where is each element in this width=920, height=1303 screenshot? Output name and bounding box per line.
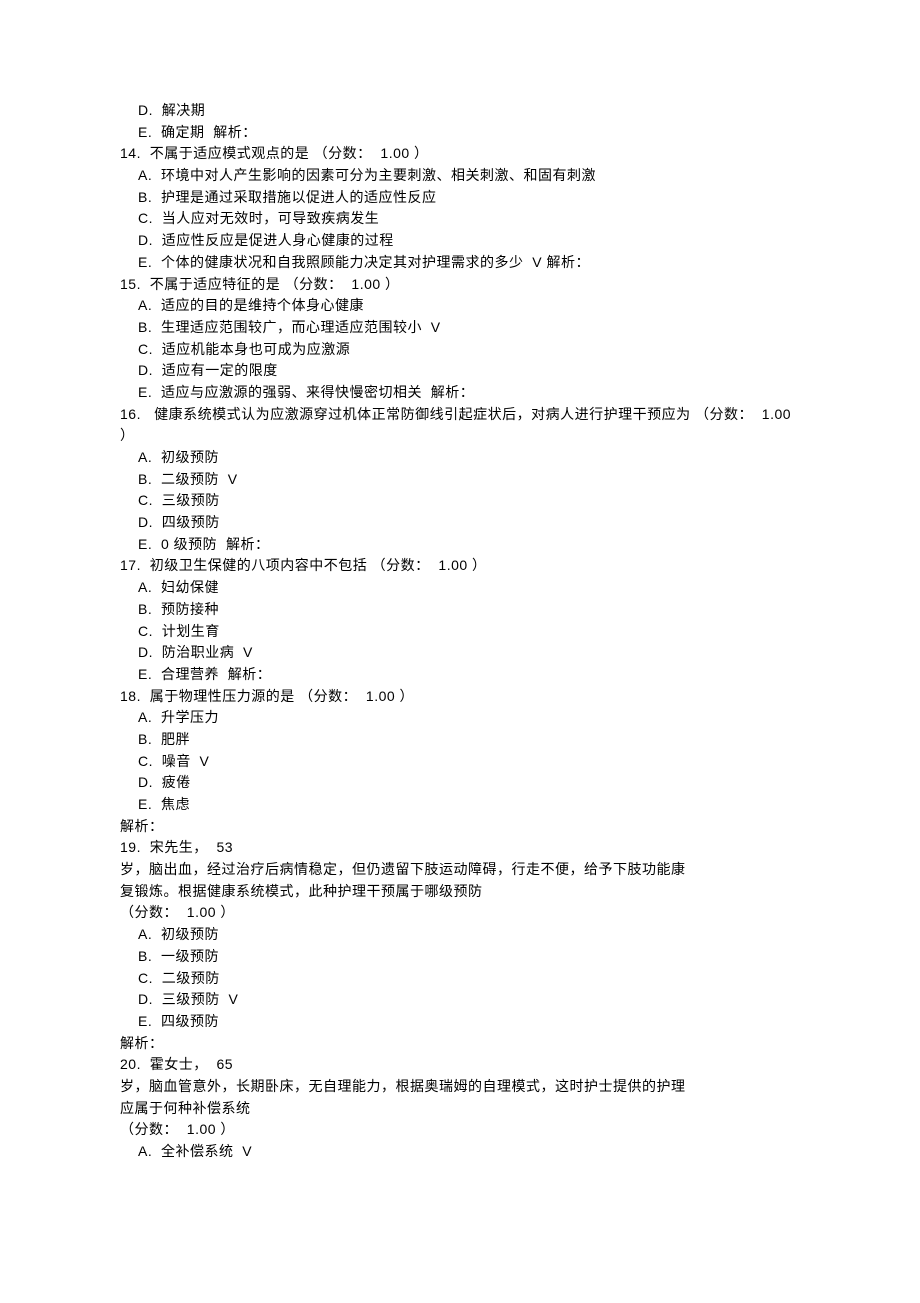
option-line: D. 解决期 [138, 100, 800, 122]
option-line: D. 三级预防 V [138, 989, 800, 1011]
question-line: 应属于何种补偿系统 [120, 1098, 800, 1120]
option-line: A. 全补偿系统 V [138, 1141, 800, 1163]
option-line: B. 肥胖 [138, 729, 800, 751]
option-line: D. 适应有一定的限度 [138, 360, 800, 382]
option-line: C. 噪音 V [138, 751, 800, 773]
question-line: 17. 初级卫生保健的八项内容中不包括 （分数： 1.00 ） [120, 555, 800, 577]
option-line: D. 适应性反应是促进人身心健康的过程 [138, 230, 800, 252]
option-line: C. 计划生育 [138, 621, 800, 643]
document-body: D. 解决期E. 确定期 解析：14. 不属于适应模式观点的是 （分数： 1.0… [120, 100, 800, 1163]
option-line: A. 妇幼保健 [138, 577, 800, 599]
option-line: B. 二级预防 V [138, 469, 800, 491]
option-line: E. 0 级预防 解析： [138, 534, 800, 556]
question-line: （分数： 1.00 ） [120, 1119, 800, 1141]
question-line: （分数： 1.00 ） [120, 902, 800, 924]
option-line: A. 初级预防 [138, 447, 800, 469]
option-line: B. 一级预防 [138, 946, 800, 968]
option-line: A. 初级预防 [138, 924, 800, 946]
question-line: 20. 霍女士， 65 [120, 1054, 800, 1076]
option-line: C. 当人应对无效时，可导致疾病发生 [138, 208, 800, 230]
question-line: 16. 健康系统模式认为应激源穿过机体正常防御线引起症状后，对病人进行护理干预应… [120, 404, 800, 426]
option-line: B. 预防接种 [138, 599, 800, 621]
question-line: 15. 不属于适应特征的是 （分数： 1.00 ） [120, 274, 800, 296]
option-line: A. 环境中对人产生影响的因素可分为主要刺激、相关刺激、和固有刺激 [138, 165, 800, 187]
question-line: 复锻炼。根据健康系统模式，此种护理干预属于哪级预防 [120, 881, 800, 903]
question-line: 18. 属于物理性压力源的是 （分数： 1.00 ） [120, 686, 800, 708]
question-line: 解析： [120, 816, 800, 838]
option-line: A. 升学压力 [138, 707, 800, 729]
option-line: C. 三级预防 [138, 490, 800, 512]
option-line: D. 四级预防 [138, 512, 800, 534]
option-line: A. 适应的目的是维持个体身心健康 [138, 295, 800, 317]
question-line: 解析： [120, 1033, 800, 1055]
question-line: 岁，脑血管意外，长期卧床，无自理能力，根据奥瑞姆的自理模式，这时护士提供的护理 [120, 1076, 800, 1098]
option-line: D. 防治职业病 V [138, 642, 800, 664]
option-line: B. 护理是通过采取措施以促进人的适应性反应 [138, 187, 800, 209]
option-line: C. 二级预防 [138, 968, 800, 990]
option-line: D. 疲倦 [138, 772, 800, 794]
question-line: 19. 宋先生， 53 [120, 837, 800, 859]
option-line: E. 确定期 解析： [138, 122, 800, 144]
option-line: E. 四级预防 [138, 1011, 800, 1033]
option-line: E. 焦虑 [138, 794, 800, 816]
question-line: 14. 不属于适应模式观点的是 （分数： 1.00 ） [120, 143, 800, 165]
option-line: B. 生理适应范围较广，而心理适应范围较小 V [138, 317, 800, 339]
option-line: E. 个体的健康状况和自我照顾能力决定其对护理需求的多少 V 解析： [138, 252, 800, 274]
option-line: E. 合理营养 解析： [138, 664, 800, 686]
option-line: C. 适应机能本身也可成为应激源 [138, 339, 800, 361]
option-line: E. 适应与应激源的强弱、来得快慢密切相关 解析： [138, 382, 800, 404]
question-line: 岁，脑出血，经过治疗后病情稳定，但仍遗留下肢运动障碍，行走不便，给予下肢功能康 [120, 859, 800, 881]
question-line: ） [120, 425, 800, 447]
